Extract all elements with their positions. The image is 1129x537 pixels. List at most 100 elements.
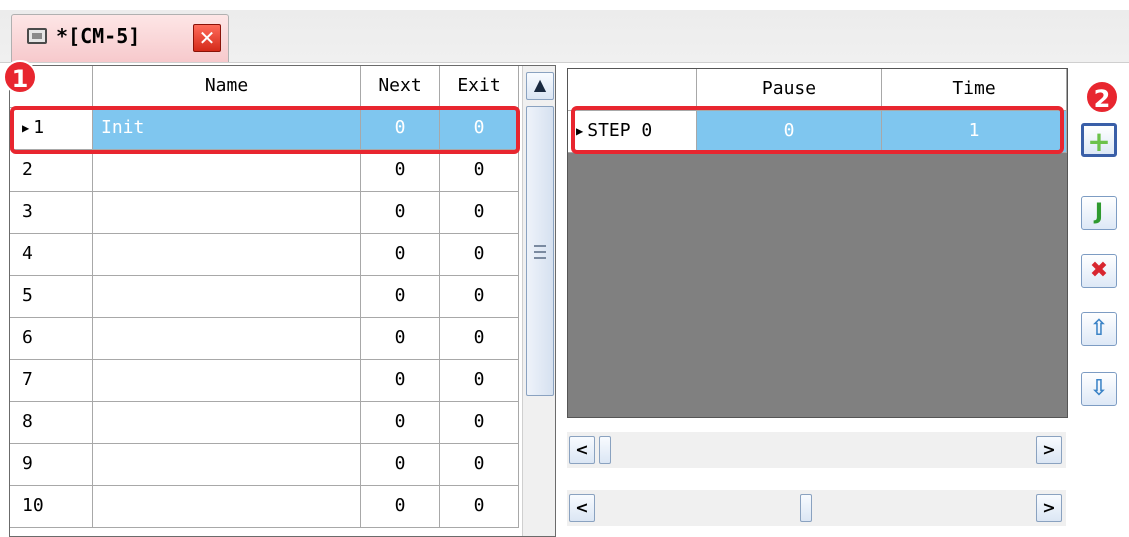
header-pause[interactable]: Pause [697,69,882,111]
document-icon [27,28,47,44]
horizontal-scrollbar-1[interactable]: < > [567,432,1066,468]
exit-cell[interactable]: 0 [440,276,519,318]
next-cell[interactable]: 0 [361,276,440,318]
tab-cm5[interactable]: *[CM-5] ✕ [11,14,229,62]
step-grid-header: Pause Time [568,69,1067,111]
row-index[interactable]: 6 [10,318,93,360]
next-cell[interactable]: 0 [361,444,440,486]
exit-cell[interactable]: 0 [440,192,519,234]
table-row[interactable]: 6 00 [10,318,527,360]
row-index[interactable]: 2 [10,150,93,192]
close-icon[interactable]: ✕ [193,24,221,52]
header-exit[interactable]: Exit [440,66,519,108]
table-row[interactable]: 7 00 [10,360,527,402]
add-step-button[interactable]: + [1081,123,1117,158]
row-index-label: 3 [22,201,33,222]
step-grid: Pause Time ▶ STEP 0 0 1 [567,68,1068,418]
grid-header: Name Next Exit [10,66,527,108]
row-index[interactable]: 8 [10,402,93,444]
name-cell[interactable]: Init [93,108,361,150]
grip-icon [534,245,546,259]
jump-icon: J [1094,200,1104,225]
state-grid: Name Next Exit ▶ 1 Init 0 0 2 0 0 3 0 0 4 0 0 5 0 0 6 0 0 7 0… [9,65,556,537]
row-index[interactable]: ▶ 1 [10,108,93,150]
scroll-thumb-h2[interactable] [800,494,812,522]
name-cell[interactable] [93,486,361,528]
row-index-label: 4 [22,243,33,264]
row-index-label: 9 [22,453,33,474]
table-row[interactable]: 9 00 [10,444,527,486]
exit-cell[interactable]: 0 [440,150,519,192]
header-name[interactable]: Name [93,66,361,108]
plus-icon: + [1087,125,1111,158]
row-index[interactable]: 4 [10,234,93,276]
delete-icon: ✖ [1089,258,1109,283]
row-index-label: 6 [22,327,33,348]
name-cell[interactable] [93,402,361,444]
scroll-left-button-2[interactable]: < [569,494,595,522]
exit-cell[interactable]: 0 [440,486,519,528]
table-row[interactable]: 2 00 [10,150,527,192]
row-index[interactable]: 7 [10,360,93,402]
time-cell[interactable]: 1 [882,111,1067,153]
exit-cell[interactable]: 0 [440,234,519,276]
row-index-label: 8 [22,411,33,432]
move-up-button[interactable]: ⇧ [1081,312,1117,346]
header-step [568,69,697,111]
name-cell[interactable] [93,192,361,234]
step-cell[interactable]: ▶ STEP 0 [568,111,697,153]
table-row[interactable]: 4 00 [10,234,527,276]
exit-cell[interactable]: 0 [440,108,519,150]
header-next[interactable]: Next [361,66,440,108]
next-cell[interactable]: 0 [361,108,440,150]
row-index[interactable]: 5 [10,276,93,318]
next-cell[interactable]: 0 [361,486,440,528]
table-row[interactable]: 3 00 [10,192,527,234]
pause-cell[interactable]: 0 [697,111,882,153]
next-cell[interactable]: 0 [361,150,440,192]
row-pointer-icon: ▶ [22,121,30,135]
name-cell[interactable] [93,360,361,402]
exit-cell[interactable]: 0 [440,360,519,402]
jump-button[interactable]: J [1081,196,1117,230]
exit-cell[interactable]: 0 [440,402,519,444]
exit-cell[interactable]: 0 [440,318,519,360]
scroll-thumb-h1[interactable] [599,436,611,464]
next-cell[interactable]: 0 [361,360,440,402]
row-index-label: 1 [33,117,45,138]
step-row[interactable]: ▶ STEP 0 0 1 [568,111,1067,153]
name-cell[interactable] [93,318,361,360]
scroll-right-button[interactable]: > [1036,436,1062,464]
row-index-label: 7 [22,369,33,390]
table-row[interactable]: ▶ 1 Init 0 0 [10,108,527,150]
next-cell[interactable]: 0 [361,234,440,276]
horizontal-scrollbar-2[interactable]: < > [567,490,1066,526]
move-down-button[interactable]: ⇩ [1081,372,1117,406]
row-index-label: 2 [22,159,33,180]
scroll-right-button-2[interactable]: > [1036,494,1062,522]
exit-cell[interactable]: 0 [440,444,519,486]
scroll-left-button[interactable]: < [569,436,595,464]
row-index[interactable]: 3 [10,192,93,234]
row-index[interactable]: 10 [10,486,93,528]
next-cell[interactable]: 0 [361,318,440,360]
next-cell[interactable]: 0 [361,192,440,234]
name-cell[interactable] [93,234,361,276]
name-cell[interactable] [93,276,361,318]
header-time[interactable]: Time [882,69,1067,111]
scroll-up-button[interactable]: ▲ [526,72,554,100]
name-cell[interactable] [93,444,361,486]
arrow-down-icon: ⇩ [1089,376,1109,401]
table-row[interactable]: 5 00 [10,276,527,318]
row-pointer-icon: ▶ [576,124,584,138]
table-row[interactable]: 8 00 [10,402,527,444]
table-row[interactable]: 10 0 0 [10,486,527,528]
next-cell[interactable]: 0 [361,402,440,444]
name-cell[interactable] [93,150,361,192]
row-index[interactable]: 9 [10,444,93,486]
arrow-up-icon: ⇧ [1089,316,1109,341]
callout-badge-2: 2 [1085,80,1119,114]
delete-step-button[interactable]: ✖ [1081,254,1117,288]
vertical-scrollbar[interactable]: ▲ [522,66,555,536]
scroll-thumb[interactable] [526,106,554,396]
